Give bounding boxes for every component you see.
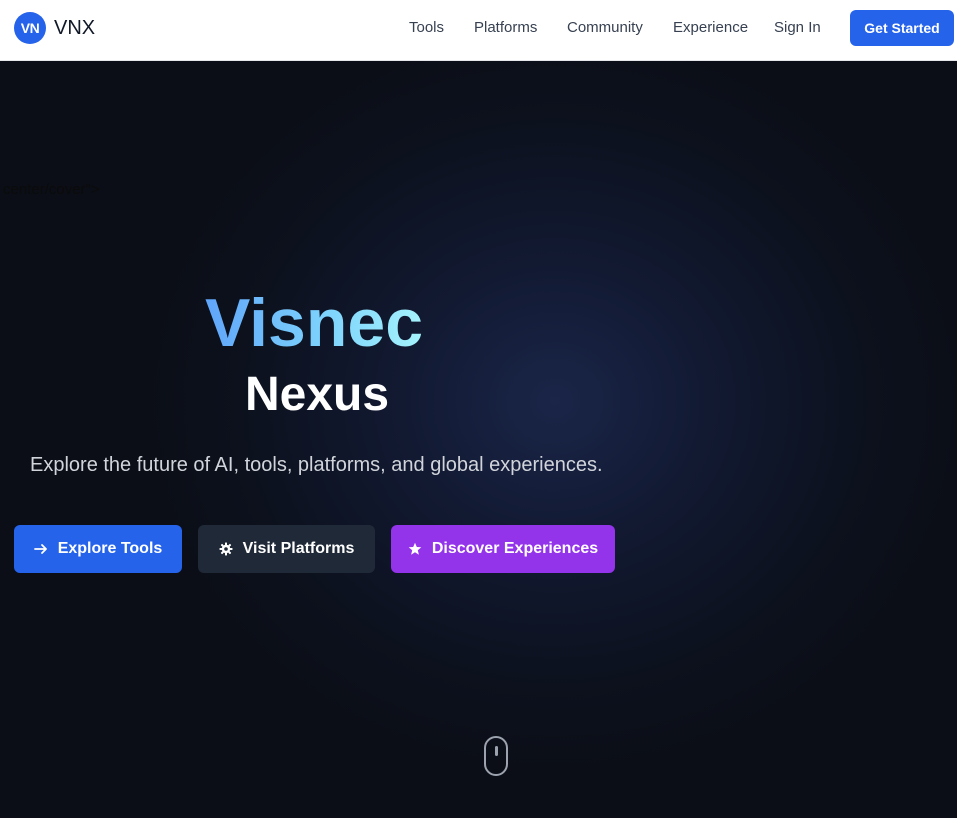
stray-markup-text: center/cover"> xyxy=(3,181,100,198)
nav-link-tools[interactable]: Tools xyxy=(409,18,444,38)
discover-experiences-label: Discover Experiences xyxy=(431,540,599,557)
logo-badge[interactable]: VN xyxy=(14,12,46,44)
top-navbar: VN VNX Tools Platforms Community Experie… xyxy=(0,0,957,61)
explore-tools-label: Explore Tools xyxy=(57,540,163,557)
scroll-mouse-icon[interactable] xyxy=(484,736,508,776)
nav-link-experience[interactable]: Experience xyxy=(673,18,748,38)
nav-link-sign-in[interactable]: Sign In xyxy=(774,18,821,38)
get-started-button[interactable]: Get Started xyxy=(850,10,954,46)
hero-section: center/cover"> Visnec Nexus Explore the … xyxy=(0,61,957,818)
logo-text[interactable]: VNX xyxy=(54,16,95,40)
hero-title-visnec: Visnec xyxy=(205,281,423,365)
visit-platforms-label: Visit Platforms xyxy=(242,540,355,557)
star-icon xyxy=(408,542,422,556)
visit-platforms-button[interactable]: Visit Platforms xyxy=(198,525,375,573)
arrow-right-icon xyxy=(33,542,48,556)
nav-link-community[interactable]: Community xyxy=(567,18,643,38)
hero-title-nexus: Nexus xyxy=(245,368,390,421)
discover-experiences-button[interactable]: Discover Experiences xyxy=(391,525,615,573)
nav-link-platforms[interactable]: Platforms xyxy=(474,18,537,38)
scroll-wheel-dot xyxy=(495,746,498,756)
gear-icon xyxy=(219,542,233,556)
explore-tools-button[interactable]: Explore Tools xyxy=(14,525,182,573)
hero-subtitle: Explore the future of AI, tools, platfor… xyxy=(30,454,603,476)
